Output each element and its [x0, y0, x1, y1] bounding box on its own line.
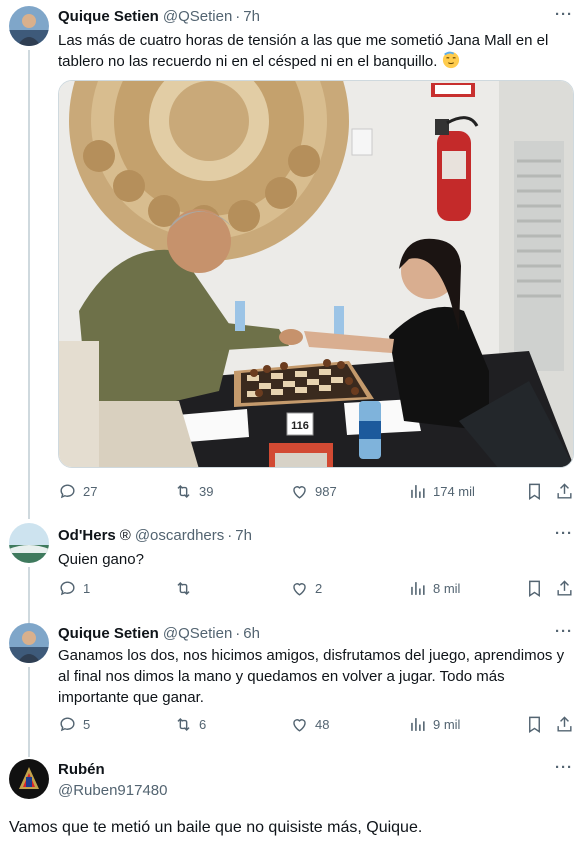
tweet-text-content: Las más de cuatro horas de tensión a las…	[58, 32, 549, 70]
bookmark-button[interactable]	[525, 715, 544, 734]
more-options-button[interactable]: ···	[555, 759, 573, 776]
bookmark-icon	[529, 483, 540, 500]
like-count: 2	[315, 581, 323, 596]
table-number-card: 116	[291, 420, 309, 432]
reply-count: 5	[83, 717, 91, 732]
more-options-button[interactable]: ···	[555, 6, 573, 23]
like-count: 987	[315, 484, 337, 499]
views-button[interactable]: 174 mil	[408, 482, 475, 501]
timestamp[interactable]: 7h	[235, 527, 252, 544]
display-name[interactable]: Od'Hers	[58, 527, 116, 544]
thread-line	[28, 567, 30, 617]
avatar[interactable]	[9, 623, 49, 663]
tweet-actions: 1 2 8 mil	[58, 579, 576, 601]
user-handle[interactable]: @oscardhers	[135, 527, 224, 544]
separator-dot: ·	[235, 624, 241, 642]
views-count: 8 mil	[433, 581, 461, 596]
share-button[interactable]	[555, 579, 574, 598]
tweet-2: Od'Hers ® @oscardhers · 7h ··· Quien gan…	[0, 505, 587, 617]
retweet-button[interactable]: 6	[174, 715, 206, 734]
tweet-header: Od'Hers ® @oscardhers · 7h	[58, 525, 252, 545]
user-handle[interactable]: @Ruben917480	[58, 782, 167, 799]
reply-count: 27	[83, 484, 98, 499]
retweet-button[interactable]	[174, 579, 199, 598]
reply-icon	[60, 717, 75, 732]
tweet-actions: 27 39 987 174 mil	[58, 482, 576, 504]
retweet-count: 39	[199, 484, 214, 499]
bookmark-icon	[529, 716, 540, 733]
share-icon	[557, 716, 572, 732]
tweet-text: Vamos que te metió un baile que no quisi…	[9, 819, 423, 836]
like-button[interactable]: 2	[290, 579, 322, 598]
reply-button[interactable]: 5	[58, 715, 90, 734]
tweet-actions: 5 6 48 9 mil	[58, 715, 576, 737]
more-options-button[interactable]: ···	[555, 525, 573, 542]
timestamp[interactable]: 7h	[243, 8, 260, 25]
retweet-button[interactable]: 39	[174, 482, 213, 501]
relieved-face-emoji-icon	[442, 51, 459, 69]
heart-icon	[293, 719, 306, 732]
share-button[interactable]	[555, 715, 574, 734]
share-icon	[557, 483, 572, 499]
thread-line	[28, 667, 30, 749]
more-options-button[interactable]: ···	[555, 623, 573, 640]
timestamp[interactable]: 6h	[243, 625, 260, 642]
display-name[interactable]: Quique Setien	[58, 625, 159, 642]
name-badge: ®	[119, 526, 131, 544]
share-button[interactable]	[555, 482, 574, 501]
thread-line	[28, 505, 30, 519]
tweet-1: Quique Setien @QSetien · 7h ··· Las más …	[0, 0, 587, 505]
bookmark-button[interactable]	[525, 579, 544, 598]
separator-dot: ·	[227, 526, 233, 544]
tweet-4: Rubén @Ruben917480 ··· Vamos que te meti…	[0, 749, 587, 841]
reply-icon	[60, 484, 75, 499]
tweet-text: Las más de cuatro horas de tensión a las…	[58, 30, 578, 72]
tweet-text: Quien gano?	[58, 551, 144, 568]
bookmark-button[interactable]	[525, 482, 544, 501]
display-name[interactable]: Quique Setien	[58, 8, 159, 25]
reply-button[interactable]: 1	[58, 579, 90, 598]
tweet-photo[interactable]: 116	[58, 80, 574, 468]
views-count: 9 mil	[433, 717, 461, 732]
tweet-3: Quique Setien @QSetien · 6h ··· Ganamos …	[0, 617, 587, 749]
views-icon	[411, 582, 425, 595]
thread-line	[28, 50, 30, 505]
separator-dot: ·	[235, 7, 241, 25]
views-icon	[411, 718, 425, 731]
retweet-icon	[177, 717, 190, 732]
views-icon	[411, 485, 425, 498]
user-handle[interactable]: @QSetien	[163, 8, 232, 25]
avatar[interactable]	[9, 523, 49, 563]
bookmark-icon	[529, 580, 540, 597]
like-button[interactable]: 48	[290, 715, 329, 734]
views-button[interactable]: 8 mil	[408, 579, 460, 598]
display-name[interactable]: Rubén	[58, 761, 105, 778]
user-handle[interactable]: @QSetien	[163, 625, 232, 642]
heart-icon	[293, 583, 306, 596]
tweet-header: Quique Setien @QSetien · 6h	[58, 623, 260, 643]
avatar[interactable]	[9, 6, 49, 46]
heart-icon	[293, 486, 306, 499]
reply-button[interactable]: 27	[58, 482, 97, 501]
retweet-count: 6	[199, 717, 207, 732]
reply-icon	[60, 581, 75, 596]
like-button[interactable]: 987	[290, 482, 337, 501]
tweet-header: Quique Setien @QSetien · 7h	[58, 6, 260, 26]
thread-line	[28, 749, 30, 757]
views-button[interactable]: 9 mil	[408, 715, 460, 734]
tweet-subheader: @Ruben917480	[58, 780, 167, 800]
share-icon	[557, 580, 572, 596]
avatar[interactable]	[9, 759, 49, 799]
tweet-text: Ganamos los dos, nos hicimos amigos, dis…	[58, 647, 565, 706]
like-count: 48	[315, 717, 330, 732]
views-count: 174 mil	[433, 484, 475, 499]
retweet-icon	[177, 581, 190, 596]
retweet-icon	[177, 484, 190, 499]
tweet-header: Rubén	[58, 759, 105, 779]
reply-count: 1	[83, 581, 91, 596]
